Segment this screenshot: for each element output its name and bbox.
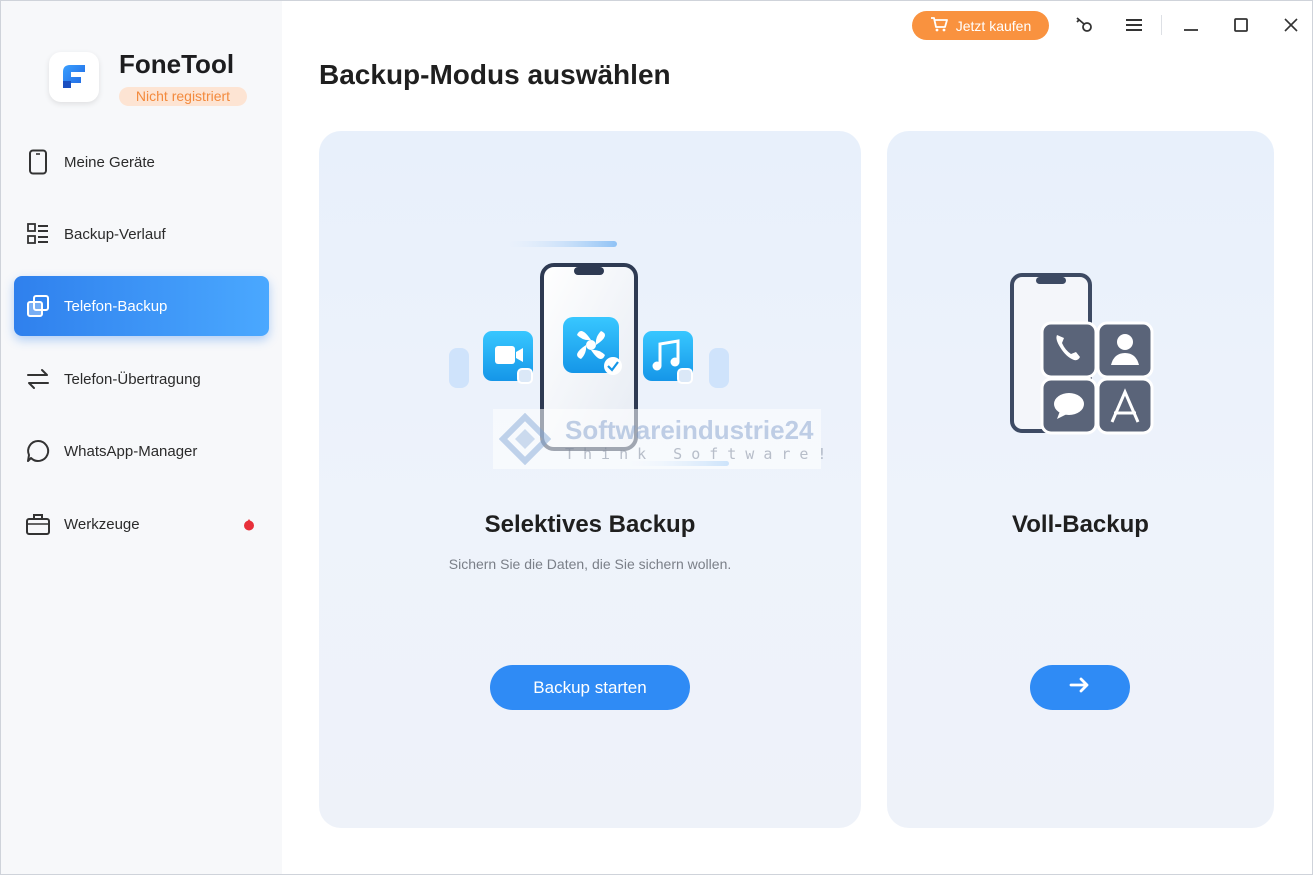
menu-icon[interactable] — [1122, 13, 1146, 37]
copy-icon — [25, 293, 51, 319]
full-backup-illustration — [1002, 269, 1162, 439]
sidebar-item-label: Meine Geräte — [64, 153, 155, 171]
selective-backup-subtitle: Sichern Sie die Daten, die Sie sichern w… — [448, 556, 732, 572]
key-icon[interactable] — [1072, 13, 1096, 37]
selective-backup-title: Selektives Backup — [484, 511, 696, 538]
app-window: FoneTool Nicht registriert Meine Geräte … — [0, 0, 1313, 875]
close-icon[interactable] — [1279, 13, 1303, 37]
arrow-right-icon — [1069, 676, 1091, 699]
sidebar-item-label: Telefon-Übertragung — [64, 370, 201, 388]
app-name: FoneTool — [119, 49, 235, 79]
chat-bubble-icon — [25, 438, 51, 464]
sidebar-item-telefon-backup[interactable]: Telefon-Backup — [14, 276, 269, 336]
notification-dot-icon — [243, 518, 254, 531]
sidebar-item-telefon-uebertragung[interactable]: Telefon-Übertragung — [14, 349, 269, 409]
maximize-icon[interactable] — [1229, 13, 1253, 37]
buy-now-button[interactable]: Jetzt kaufen — [912, 11, 1049, 40]
sidebar-item-label: Backup-Verlauf — [64, 225, 166, 243]
full-backup-card[interactable]: Voll-Backup — [887, 131, 1274, 828]
list-icon — [25, 221, 51, 247]
full-backup-title: Voll-Backup — [1012, 511, 1149, 538]
transfer-icon — [25, 366, 51, 392]
start-backup-button[interactable]: Backup starten — [490, 665, 690, 710]
page-title: Backup-Modus auswählen — [319, 59, 671, 90]
sidebar-item-meine-geraete[interactable]: Meine Geräte — [14, 132, 269, 192]
full-backup-arrow-button[interactable] — [1030, 665, 1130, 710]
registration-badge[interactable]: Nicht registriert — [119, 87, 247, 106]
selective-backup-card[interactable]: Selektives Backup Sichern Sie die Daten,… — [319, 131, 861, 828]
watermark-tagline: Think Software! — [565, 445, 836, 463]
sidebar: FoneTool Nicht registriert Meine Geräte … — [1, 1, 282, 874]
sidebar-item-label: Telefon-Backup — [64, 297, 168, 315]
sidebar-item-backup-verlauf[interactable]: Backup-Verlauf — [14, 204, 269, 264]
watermark-name: Softwareindustrie24 — [565, 415, 814, 445]
minimize-icon[interactable] — [1179, 13, 1203, 37]
watermark: Softwareindustrie24 Think Software! — [493, 409, 826, 469]
sidebar-item-label: Werkzeuge — [64, 515, 140, 533]
sidebar-item-label: WhatsApp-Manager — [64, 442, 198, 460]
watermark-logo-icon — [499, 413, 551, 465]
phone-icon — [25, 149, 51, 175]
sidebar-item-werkzeuge[interactable]: Werkzeuge — [14, 494, 269, 554]
titlebar-divider — [1161, 15, 1162, 35]
app-logo — [49, 52, 99, 102]
sidebar-item-whatsapp-manager[interactable]: WhatsApp-Manager — [14, 421, 269, 481]
buy-now-label: Jetzt kaufen — [955, 17, 1032, 34]
briefcase-icon — [25, 511, 51, 537]
cart-icon — [930, 16, 948, 35]
